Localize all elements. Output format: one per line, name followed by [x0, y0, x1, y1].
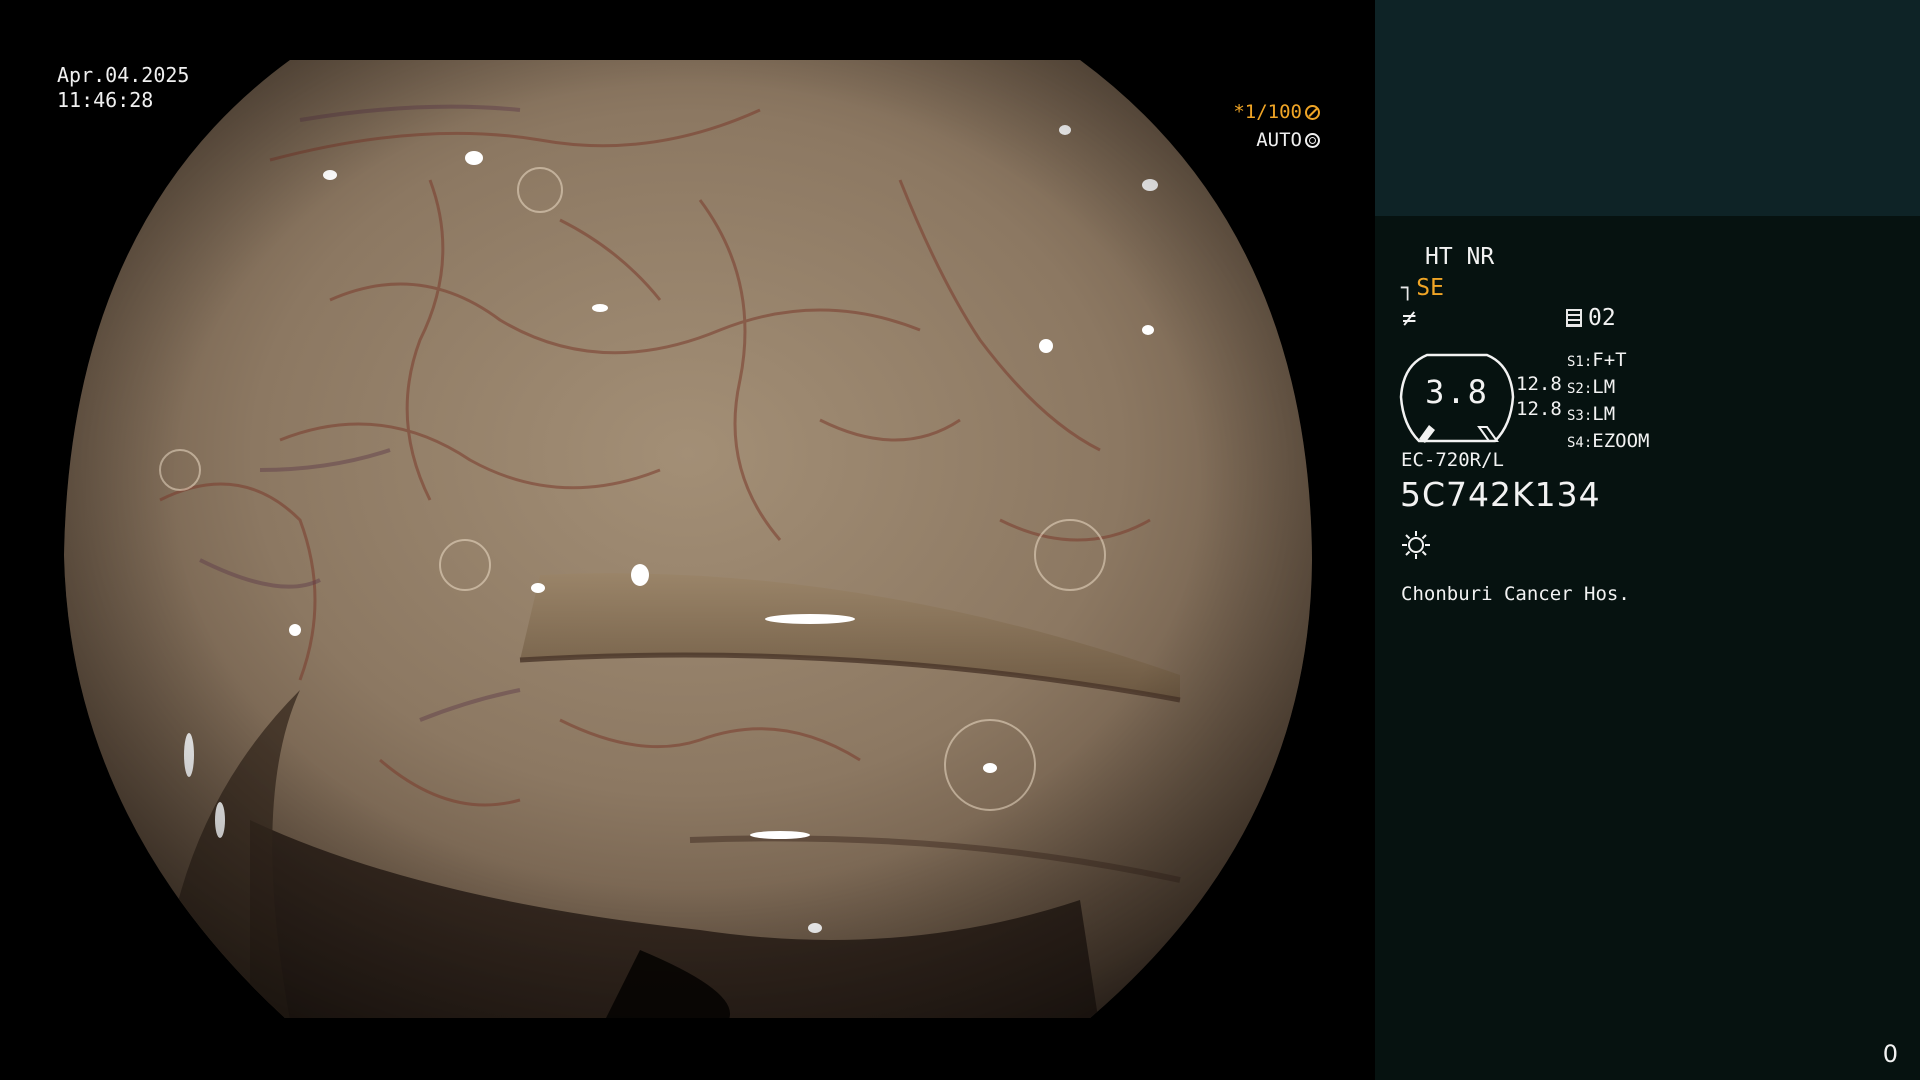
time-label: 11:46:28	[57, 88, 154, 112]
video-area: Apr.04.2025 11:46:28 *1/100 AUTO	[0, 0, 1375, 1080]
f-icon: ≠	[1402, 304, 1417, 332]
structure-enhance-icon: ┐	[1401, 276, 1415, 301]
frame-counter: 0	[1882, 1040, 1898, 1068]
switch-item: S3:LM	[1567, 403, 1616, 425]
light-source-icon	[1402, 531, 1430, 559]
info-panel: HT NR ┐SE ≠ 02 3.8 12.8 12.8 S1:F+T S2:L…	[1375, 0, 1920, 1080]
structure-enhance-row: ┐SE	[1401, 275, 1444, 301]
memory-value: 02	[1588, 305, 1616, 331]
value-b: 12.8	[1516, 398, 1562, 420]
shutter-speed: *1/100	[1233, 101, 1302, 123]
serial-number: 5C742K134	[1400, 475, 1601, 514]
switch-item: S2:LM	[1567, 376, 1616, 398]
value-a: 12.8	[1516, 373, 1562, 395]
shutter-row: *1/100	[1160, 98, 1320, 126]
enhancement-label: HT NR	[1425, 244, 1495, 270]
thumbnail-area	[1375, 0, 1920, 216]
memory-icon	[1566, 309, 1582, 327]
switch-item: S1:F+T	[1567, 349, 1627, 371]
structure-mode: SE	[1416, 275, 1444, 301]
datetime: Apr.04.2025 11:46:28	[57, 63, 189, 113]
switch-item: S4:EZOOM	[1567, 430, 1650, 452]
memory-row: 02	[1566, 305, 1616, 331]
date-label: Apr.04.2025	[57, 63, 190, 87]
scope-model: EC-720R/L	[1401, 449, 1504, 471]
endoscope-image	[64, 60, 1312, 1018]
switch-list: S1:F+T S2:LM S3:LM S4:EZOOM	[1567, 348, 1650, 456]
iris-mode: AUTO	[1256, 129, 1302, 151]
hospital-name: Chonburi Cancer Hos.	[1401, 583, 1630, 605]
iris-row: AUTO	[1160, 126, 1320, 154]
gauge-value: 3.8	[1425, 373, 1489, 411]
aperture-icon	[1305, 105, 1320, 120]
exposure-info: *1/100 AUTO	[1160, 98, 1320, 154]
iris-icon	[1305, 133, 1320, 148]
endoscopy-screen: Apr.04.2025 11:46:28 *1/100 AUTO HT NR ┐…	[0, 0, 1920, 1080]
